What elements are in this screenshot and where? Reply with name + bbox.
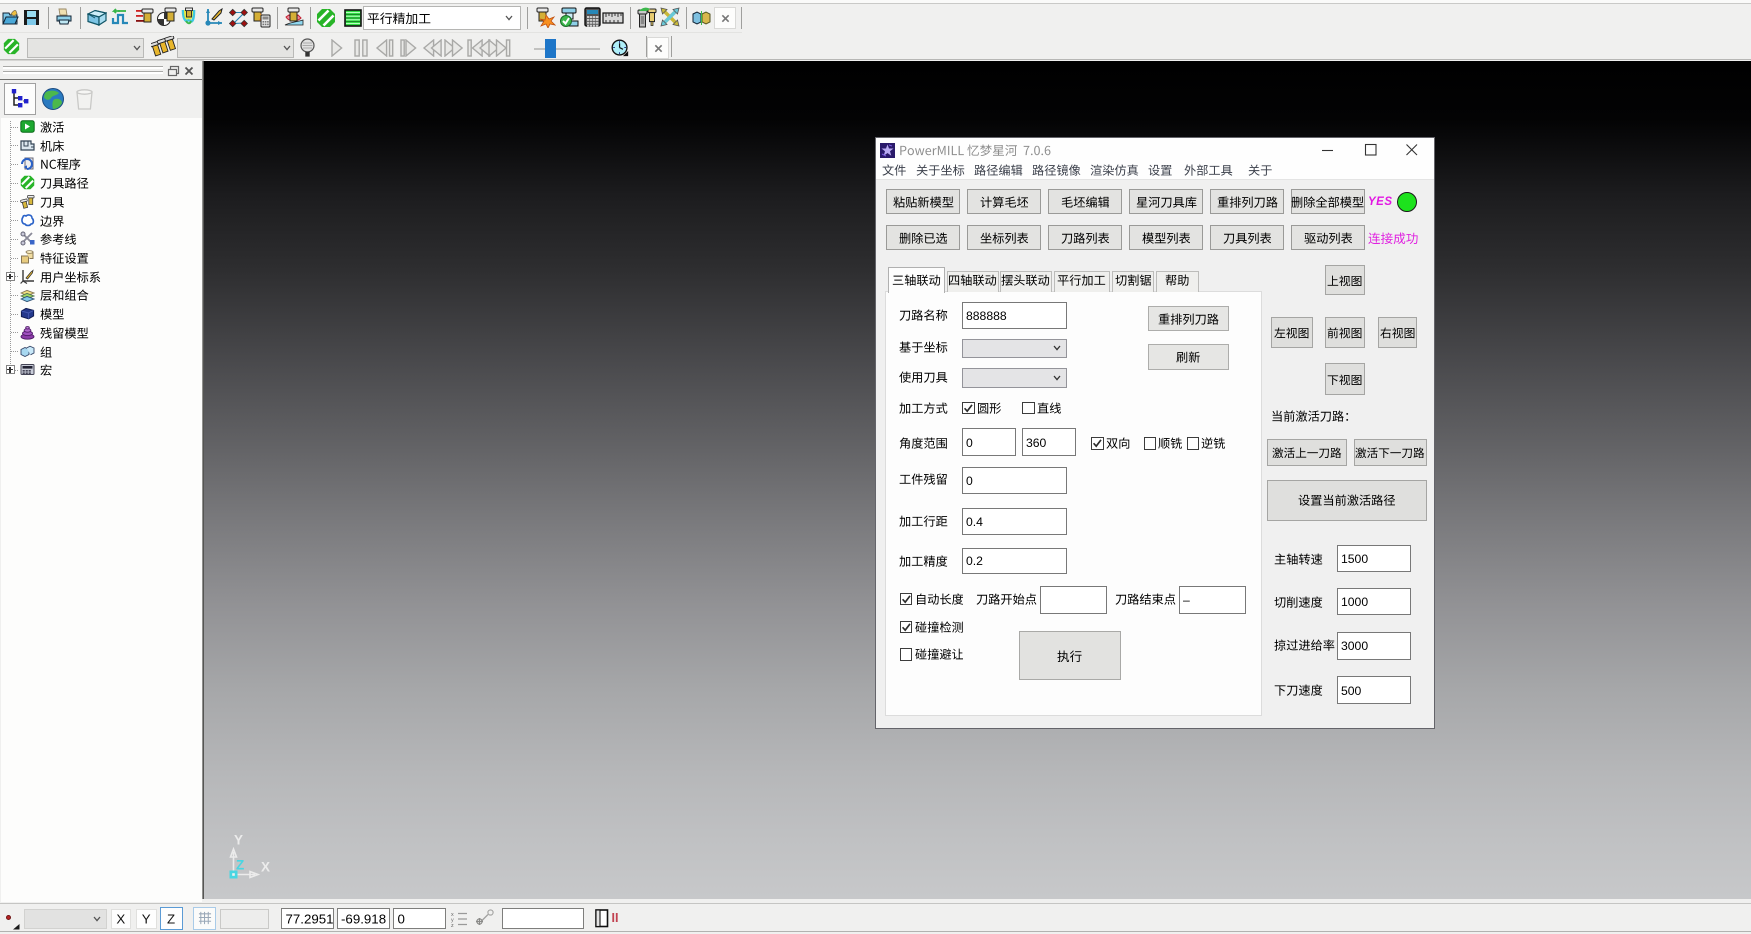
svg-text:z: z [451, 923, 454, 927]
